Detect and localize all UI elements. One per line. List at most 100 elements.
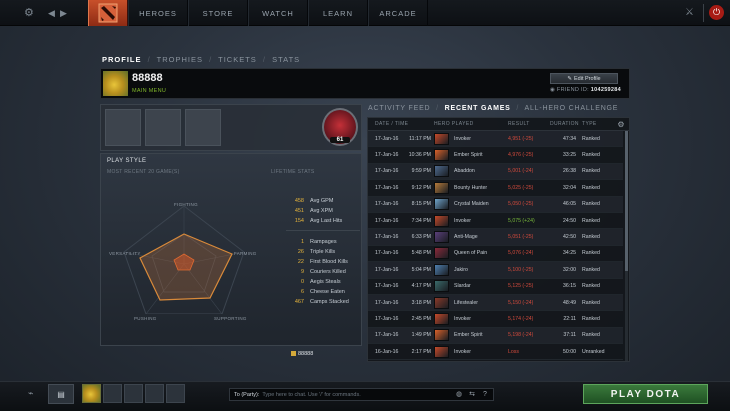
game-result: 4,976 (-25) (508, 152, 534, 159)
hero-name: Ember Spirit (454, 332, 483, 339)
game-result: 5,051 (-25) (508, 234, 534, 241)
game-time: 10:36 PM (408, 152, 431, 159)
game-date: 17-Jan-16 (375, 266, 399, 273)
party-slot[interactable] (145, 384, 164, 403)
play-dota-button[interactable]: PLAY DOTA (583, 384, 708, 404)
game-date: 17-Jan-16 (375, 152, 399, 159)
showcase-slot[interactable] (105, 109, 141, 146)
showcase-slot[interactable] (145, 109, 181, 146)
top-bar: ⚙ ◀ ▶ HEROES STORE WATCH LEARN ARCADE ⚔ … (0, 0, 730, 26)
topbar-divider (703, 4, 704, 22)
game-date: 17-Jan-16 (375, 234, 399, 241)
game-type: Ranked (582, 152, 600, 159)
game-duration: 26:38 (563, 168, 576, 175)
stat-label: Cheese Eaten (310, 289, 345, 295)
party-slot-avatar[interactable] (82, 384, 101, 403)
game-hero: Crystal Maiden (434, 198, 504, 211)
stat-value: 458 (294, 198, 304, 204)
game-duration: 47:34 (563, 135, 576, 142)
hero-name: Bounty Hunter (454, 184, 488, 191)
globe-icon[interactable]: ◍ (454, 390, 464, 399)
game-row[interactable]: 17-Jan-16 2:45 PM Invoker 5,174 (-24) 22:11 R… (368, 311, 623, 328)
game-row[interactable]: 17-Jan-16 1:49 PM Ember Spirit 5,198 (-24) 3… (368, 327, 623, 345)
game-row[interactable]: 17-Jan-16 9:59 PM Abaddon 5,001 (-24) 26:38 R… (368, 163, 623, 181)
stat-row: 458 Avg GPM (286, 196, 360, 206)
radar-label-fighting: FIGHTING (174, 202, 198, 207)
settings-gear-icon[interactable]: ⚙ (24, 5, 34, 21)
party-slot[interactable] (124, 384, 143, 403)
game-row[interactable]: 16-Jan-16 2:17 PM Invoker Loss 50:00 Unranked (368, 344, 623, 361)
tab-tickets[interactable]: TICKETS (218, 55, 257, 64)
nav-arcade[interactable]: ARCADE (368, 0, 428, 26)
game-row[interactable]: 17-Jan-16 6:33 PM Anti-Mage 5,051 (-25) 42:5… (368, 229, 623, 246)
rank-level: 61 (330, 137, 350, 143)
stat-label: Couriers Killed (310, 269, 346, 275)
column-header-hero[interactable]: HERO PLAYED (434, 121, 504, 127)
tab-profile[interactable]: PROFILE (102, 55, 142, 64)
column-header-date[interactable]: DATE / TIME (368, 121, 434, 127)
forward-arrow-icon[interactable]: ▶ (60, 5, 67, 21)
game-type: Ranked (582, 184, 600, 191)
help-icon[interactable]: ? (480, 390, 490, 399)
game-duration: 34:25 (563, 250, 576, 257)
party-button[interactable]: ▤ (48, 384, 74, 404)
play-style-footer: 88888 (291, 351, 313, 357)
game-result: 5,100 (-25) (508, 266, 534, 273)
stat-label: Avg Last Hits (310, 218, 343, 224)
friend-id-label: FRIEND ID: (556, 87, 589, 93)
showcase-slot[interactable] (185, 109, 221, 146)
tab-activity-feed[interactable]: ACTIVITY FEED (368, 105, 430, 112)
back-arrow-icon[interactable]: ◀ (48, 5, 55, 21)
scrollbar-thumb[interactable] (625, 131, 628, 271)
stat-value: 467 (294, 299, 304, 305)
game-row[interactable]: 17-Jan-16 9:12 PM Bounty Hunter 5,025 (-25)… (368, 180, 623, 197)
column-header-type[interactable]: TYPE (580, 121, 620, 127)
column-header-duration[interactable]: DURATION (550, 121, 580, 127)
play-style-footer-name: 88888 (298, 351, 314, 357)
party-slot[interactable] (166, 384, 185, 403)
gear-icon[interactable]: ⚙ (617, 120, 625, 129)
nav-heroes[interactable]: HEROES (128, 0, 188, 26)
game-hero: Invoker (434, 312, 504, 325)
chat-options-icon[interactable]: ⇆ (467, 390, 477, 399)
game-duration: 24:50 (563, 217, 576, 224)
tab-recent-games[interactable]: RECENT GAMES (445, 105, 511, 112)
game-row[interactable]: 17-Jan-16 10:36 PM Ember Spirit 4,976 (-25)… (368, 147, 623, 164)
dota-logo-home-button[interactable] (88, 0, 128, 26)
game-type: Ranked (582, 250, 600, 257)
party-slot[interactable] (103, 384, 122, 403)
game-type: Ranked (582, 201, 600, 208)
game-row[interactable]: 17-Jan-16 11:17 PM Invoker 4,951 (-25) 47:34… (368, 131, 623, 148)
nav-watch[interactable]: WATCH (248, 0, 308, 26)
tab-trophies[interactable]: TROPHIES (157, 55, 203, 64)
game-type: Ranked (582, 299, 600, 306)
stat-value: 9 (300, 269, 304, 275)
game-type: Ranked (582, 283, 600, 290)
hero-portrait-icon (434, 263, 449, 276)
game-row[interactable]: 17-Jan-16 8:15 PM Crystal Maiden 5,050 (-25… (368, 196, 623, 213)
tab-all-hero-challenge[interactable]: ALL-HERO CHALLENGE (525, 105, 619, 112)
game-row[interactable]: 17-Jan-16 4:17 PM Slardar 5,125 (-25) 36:15 R… (368, 279, 623, 295)
tab-stats[interactable]: STATS (272, 55, 300, 64)
edit-profile-button[interactable]: ✎ Edit Profile (550, 73, 618, 84)
hero-portrait-icon (434, 231, 449, 244)
column-header-result[interactable]: RESULT (504, 121, 550, 127)
player-avatar[interactable] (103, 71, 128, 96)
stat-label: Rampages (310, 239, 337, 245)
stat-label: Avg GPM (310, 198, 334, 204)
play-style-radar: FIGHTING FARMING SUPPORTING PUSHING VERS… (104, 194, 264, 321)
game-row[interactable]: 17-Jan-16 5:48 PM Queen of Pain 5,076 (-24)… (368, 246, 623, 263)
game-row[interactable]: 17-Jan-16 7:34 PM Invoker 5,075 (+24) 24:50 R… (368, 213, 623, 230)
armory-icon[interactable]: ⚔ (685, 5, 694, 21)
nav-learn[interactable]: LEARN (308, 0, 368, 26)
chat-input[interactable] (262, 391, 454, 398)
friend-id-value: 104259284 (590, 87, 621, 93)
game-time: 8:15 PM (411, 201, 431, 208)
power-exit-button[interactable]: ⏻ (709, 5, 724, 20)
hero-portrait-icon (434, 149, 449, 162)
signal-icon[interactable]: ⌁ (28, 388, 33, 399)
game-row[interactable]: 17-Jan-16 3:18 PM Lifestealer 5,150 (-24) 48… (368, 294, 623, 312)
nav-store[interactable]: STORE (188, 0, 248, 26)
game-row[interactable]: 17-Jan-16 5:04 PM Jakiro 5,100 (-25) 32:00 Ra… (368, 262, 623, 279)
hero-portrait-icon (434, 312, 449, 325)
